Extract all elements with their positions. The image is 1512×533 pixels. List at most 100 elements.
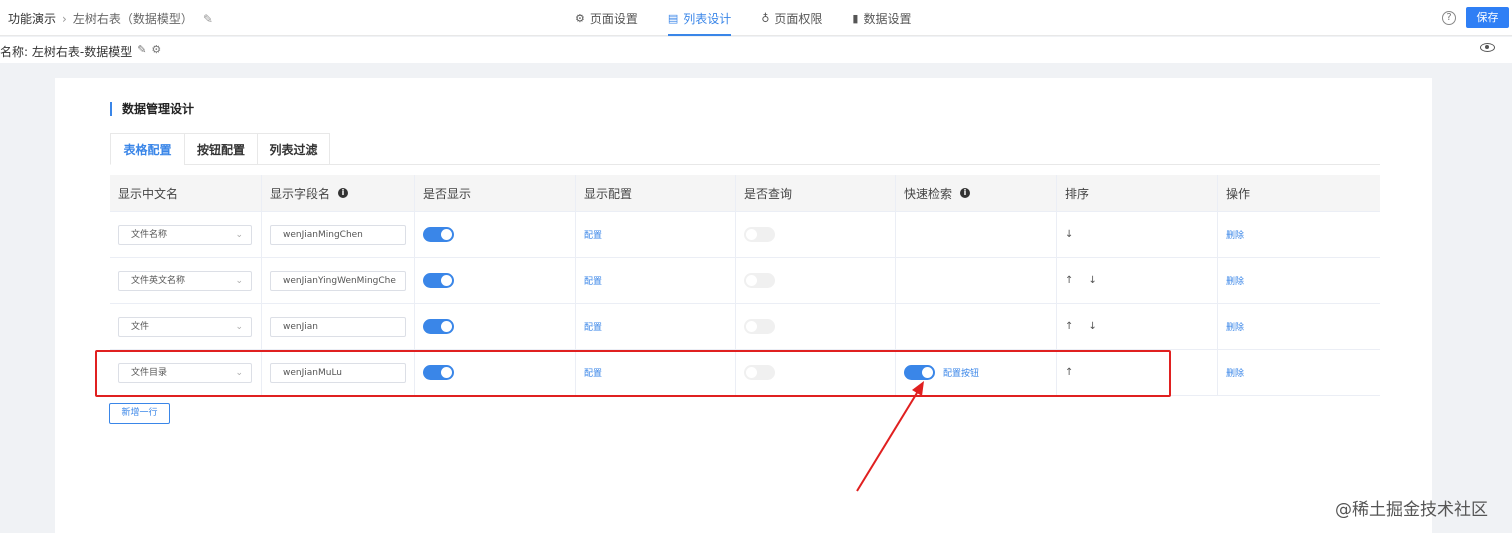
query-toggle[interactable]	[744, 227, 775, 242]
watermark: @稀土掘金技术社区	[1335, 500, 1488, 520]
add-row-button[interactable]: 新增一行	[109, 403, 170, 424]
delete-link[interactable]: 删除	[1226, 228, 1244, 241]
highlight-box	[95, 350, 1171, 397]
cell: wenJianMingChen	[262, 212, 415, 257]
tab-label: 数据设置	[863, 11, 912, 26]
cell: 删除	[1218, 350, 1380, 395]
cell	[415, 258, 576, 303]
cell: 配置	[576, 258, 736, 303]
gear-icon: ⚙	[575, 11, 585, 25]
sort-arrows[interactable]: ↑ ↓	[1065, 321, 1103, 332]
tab-page-settings[interactable]: ⚙ 页面设置	[575, 0, 638, 36]
cell	[896, 212, 1057, 257]
column-header: 是否显示	[415, 175, 576, 211]
cell	[736, 212, 896, 257]
name-select[interactable]: 文件名称 ⌄	[118, 224, 252, 245]
cell	[896, 304, 1057, 349]
tab-button-config[interactable]: 按钮配置	[184, 133, 258, 165]
top-bar: 功能演示 › 左树右表（数据模型） ✎ ⚙ 页面设置 ▤ 列表设计 ♁ 页面权限…	[0, 0, 1512, 36]
config-link[interactable]: 配置	[584, 274, 602, 287]
cell: 删除	[1218, 304, 1380, 349]
cell: 删除	[1218, 212, 1380, 257]
cell: 文件名称 ⌄	[110, 212, 262, 257]
tab-label: 列表设计	[683, 11, 732, 26]
query-toggle[interactable]	[744, 319, 775, 334]
sort-arrows[interactable]: ↓	[1065, 229, 1079, 240]
column-header-text: 快速检索	[904, 186, 953, 201]
cell	[896, 258, 1057, 303]
select-value: 文件英文名称	[131, 275, 186, 286]
design-card: 数据管理设计 表格配置 按钮配置 列表过滤 显示中文名 显示字段名 i 是否显示…	[55, 78, 1432, 533]
cell: 文件 ⌄	[110, 304, 262, 349]
tab-page-permissions[interactable]: ♁ 页面权限	[761, 0, 822, 36]
eye-icon[interactable]	[1480, 43, 1495, 52]
breadcrumb-current: 左树右表（数据模型）	[72, 12, 193, 26]
cell: 删除	[1218, 258, 1380, 303]
field-input[interactable]: wenJian	[270, 316, 406, 337]
tab-data-settings[interactable]: ▮ 数据设置	[852, 0, 911, 36]
cell: wenJianYingWenMingChe	[262, 258, 415, 303]
key-icon: ♁	[761, 11, 770, 25]
cell: wenJian	[262, 304, 415, 349]
toggle-knob	[441, 229, 452, 240]
sub-tabs: 表格配置 按钮配置 列表过滤	[110, 133, 1380, 165]
cell	[415, 304, 576, 349]
tab-table-config[interactable]: 表格配置	[110, 133, 185, 165]
delete-link[interactable]: 删除	[1226, 274, 1244, 287]
bar-chart-icon: ▮	[852, 11, 859, 25]
tab-label: 页面权限	[774, 11, 823, 26]
select-value: 文件名称	[131, 229, 168, 240]
cell: ↓	[1057, 212, 1218, 257]
show-toggle[interactable]	[423, 273, 454, 288]
query-toggle[interactable]	[744, 273, 775, 288]
name-select[interactable]: 文件 ⌄	[118, 316, 252, 337]
toggle-knob	[746, 321, 757, 332]
edit-icon[interactable]: ✎	[203, 12, 213, 26]
tab-list-design[interactable]: ▤ 列表设计	[667, 0, 732, 36]
show-toggle[interactable]	[423, 227, 454, 242]
info-icon[interactable]: i	[960, 188, 971, 198]
table-row: 文件英文名称 ⌄ wenJianYingWenMingChe 配置 ↑ ↓ 删除	[110, 258, 1380, 304]
tab-list-filter[interactable]: 列表过滤	[257, 133, 330, 165]
cell	[736, 258, 896, 303]
show-toggle[interactable]	[423, 319, 454, 334]
chevron-down-icon: ⌄	[235, 321, 243, 332]
column-header: 显示配置	[576, 175, 736, 211]
column-header: 显示字段名 i	[262, 175, 415, 211]
annotation-arrow-head	[912, 381, 924, 396]
cell	[415, 212, 576, 257]
annotation-arrow	[856, 381, 924, 492]
annotation-arrow-line	[856, 387, 921, 492]
field-input[interactable]: wenJianMingChen	[270, 224, 406, 245]
cell: ↑ ↓	[1057, 258, 1218, 303]
name-select[interactable]: 文件英文名称 ⌄	[118, 270, 252, 291]
chevron-down-icon: ⌄	[235, 275, 243, 286]
config-link[interactable]: 配置	[584, 228, 602, 241]
breadcrumb: 功能演示 › 左树右表（数据模型） ✎	[8, 10, 213, 27]
save-button[interactable]: 保存	[1466, 7, 1509, 28]
chevron-right-icon: ›	[62, 11, 67, 26]
toggle-knob	[441, 321, 452, 332]
sort-arrows[interactable]: ↑ ↓	[1065, 275, 1103, 286]
info-icon[interactable]: i	[338, 188, 349, 198]
gear-icon[interactable]: ⚙	[151, 43, 161, 60]
field-input[interactable]: wenJianYingWenMingChe	[270, 270, 406, 291]
delete-link[interactable]: 删除	[1226, 320, 1244, 333]
column-header: 快速检索 i	[896, 175, 1057, 211]
cell: 文件英文名称 ⌄	[110, 258, 262, 303]
model-name: 名称: 左树右表-数据模型 ✎ ⚙	[0, 43, 161, 60]
section-title: 数据管理设计	[110, 102, 194, 116]
column-header: 排序	[1057, 175, 1218, 211]
model-name-text: 名称: 左树右表-数据模型	[0, 45, 133, 59]
edit-icon[interactable]: ✎	[137, 43, 146, 60]
toggle-knob	[746, 229, 757, 240]
column-header-text: 显示字段名	[270, 186, 331, 201]
nav-tabs: ⚙ 页面设置 ▤ 列表设计 ♁ 页面权限 ▮ 数据设置	[575, 0, 911, 36]
cell: 配置	[576, 212, 736, 257]
help-icon[interactable]: ?	[1442, 11, 1456, 25]
tab-label: 页面设置	[589, 11, 638, 26]
delete-link[interactable]: 删除	[1226, 366, 1244, 379]
breadcrumb-root[interactable]: 功能演示	[8, 10, 56, 27]
cell	[736, 304, 896, 349]
config-link[interactable]: 配置	[584, 320, 602, 333]
